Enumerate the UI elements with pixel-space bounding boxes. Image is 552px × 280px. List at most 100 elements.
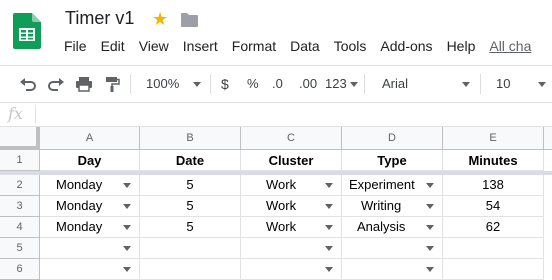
menu-view[interactable]: View	[139, 38, 169, 58]
frozen-row-divider[interactable]	[0, 171, 552, 175]
chevron-down-icon	[538, 82, 546, 87]
cell-b2[interactable]: 5	[140, 175, 241, 196]
row-header-4[interactable]: 4	[0, 217, 40, 238]
cell-a1[interactable]: Day	[40, 150, 140, 171]
font-value: Arial	[382, 76, 409, 91]
menu-data[interactable]: Data	[290, 38, 320, 58]
chevron-down-icon	[349, 82, 358, 88]
zoom-value: 100%	[146, 76, 180, 91]
decrease-decimal-button[interactable]: .0	[272, 66, 283, 102]
menu-file[interactable]: File	[64, 38, 87, 58]
cell-b5[interactable]	[140, 238, 241, 259]
row-header-2[interactable]: 2	[0, 175, 40, 196]
cell-a6[interactable]	[40, 259, 140, 280]
cell-e2[interactable]: 138	[443, 175, 544, 196]
dropdown-arrow-icon[interactable]	[426, 204, 434, 209]
font-select[interactable]: Arial	[382, 66, 472, 102]
column-header-e[interactable]: E	[443, 127, 544, 150]
cell-d1[interactable]: Type	[342, 150, 443, 171]
cell-value: Work	[266, 198, 297, 213]
dropdown-arrow-icon[interactable]	[123, 204, 131, 209]
menu-format[interactable]: Format	[232, 38, 276, 58]
cell-value: Analysis	[357, 219, 406, 234]
row-header-6[interactable]: 6	[0, 259, 40, 280]
print-icon[interactable]	[75, 76, 93, 92]
cell-e4[interactable]: 62	[443, 217, 544, 238]
font-size-select[interactable]: 10	[496, 66, 552, 102]
cell-a4[interactable]: Monday	[40, 217, 140, 238]
cell-a3[interactable]: Monday	[40, 196, 140, 217]
document-title[interactable]: Timer v1	[65, 8, 134, 29]
dropdown-arrow-icon[interactable]	[325, 267, 333, 272]
cell-c5[interactable]	[241, 238, 342, 259]
cell-value: Work	[266, 219, 297, 234]
cell-a2[interactable]: Monday	[40, 175, 140, 196]
cell-d6[interactable]	[342, 259, 443, 280]
menu-bar: File Edit View Insert Format Data Tools …	[64, 38, 545, 58]
dropdown-arrow-icon[interactable]	[123, 183, 131, 188]
cell-b1[interactable]: Date	[140, 150, 241, 171]
dropdown-arrow-icon[interactable]	[426, 246, 434, 251]
cell-d4[interactable]: Analysis	[342, 217, 443, 238]
cell-a5[interactable]	[40, 238, 140, 259]
menu-addons[interactable]: Add-ons	[380, 38, 432, 58]
cell-value: Monday	[56, 219, 103, 234]
cell-c3[interactable]: Work	[241, 196, 342, 217]
select-all-corner[interactable]	[0, 127, 40, 150]
more-formats-button[interactable]: 123	[325, 66, 358, 102]
cell-b4[interactable]: 5	[140, 217, 241, 238]
cell-c4[interactable]: Work	[241, 217, 342, 238]
cell-d5[interactable]	[342, 238, 443, 259]
dropdown-arrow-icon[interactable]	[325, 183, 333, 188]
dropdown-arrow-icon[interactable]	[325, 204, 333, 209]
dropdown-arrow-icon[interactable]	[325, 225, 333, 230]
row-header-5[interactable]: 5	[0, 238, 40, 259]
dropdown-arrow-icon[interactable]	[123, 267, 131, 272]
all-changes-link[interactable]: All cha	[489, 38, 531, 58]
cell-c2[interactable]: Work	[241, 175, 342, 196]
dropdown-arrow-icon[interactable]	[426, 183, 434, 188]
cell-c1[interactable]: Cluster	[241, 150, 342, 171]
decrease-decimal-label: .0	[272, 76, 283, 91]
cell-e1[interactable]: Minutes	[443, 150, 544, 171]
formula-input[interactable]	[44, 102, 544, 126]
toolbar: 100% $ % .0 .00 123 Arial 10	[0, 65, 552, 103]
cell-d2[interactable]: Experiment	[342, 175, 443, 196]
chevron-down-icon	[193, 82, 202, 88]
cell-e6[interactable]	[443, 259, 544, 280]
menu-insert[interactable]: Insert	[183, 38, 218, 58]
cell-d3[interactable]: Writing	[342, 196, 443, 217]
zoom-select[interactable]: 100%	[146, 66, 202, 102]
column-header-b[interactable]: B	[140, 127, 241, 150]
font-size-value: 10	[496, 76, 511, 91]
increase-decimal-label: .00	[299, 76, 318, 91]
currency-format-button[interactable]: $	[221, 66, 229, 102]
row-header-1[interactable]: 1	[0, 150, 40, 171]
increase-decimal-button[interactable]: .00	[299, 66, 317, 102]
column-header-c[interactable]: C	[241, 127, 342, 150]
folder-icon[interactable]	[180, 12, 199, 28]
star-icon[interactable]: ★	[152, 8, 168, 30]
cell-e5[interactable]	[443, 238, 544, 259]
dropdown-arrow-icon[interactable]	[325, 246, 333, 251]
undo-icon[interactable]	[19, 76, 37, 92]
paint-format-icon[interactable]	[104, 76, 120, 92]
percent-format-button[interactable]: %	[247, 66, 259, 102]
dropdown-arrow-icon[interactable]	[426, 267, 434, 272]
menu-tools[interactable]: Tools	[334, 38, 367, 58]
cell-e3[interactable]: 54	[443, 196, 544, 217]
menu-help[interactable]: Help	[447, 38, 476, 58]
menu-edit[interactable]: Edit	[101, 38, 125, 58]
redo-icon[interactable]	[47, 76, 65, 92]
cell-b6[interactable]	[140, 259, 241, 280]
fx-icon: fx	[8, 104, 23, 123]
column-header-a[interactable]: A	[40, 127, 140, 150]
dropdown-arrow-icon[interactable]	[426, 225, 434, 230]
column-header-d[interactable]: D	[342, 127, 443, 150]
row-header-3[interactable]: 3	[0, 196, 40, 217]
dropdown-arrow-icon[interactable]	[123, 246, 131, 251]
sheets-logo-icon[interactable]	[13, 13, 41, 49]
dropdown-arrow-icon[interactable]	[123, 225, 131, 230]
cell-c6[interactable]	[241, 259, 342, 280]
cell-b3[interactable]: 5	[140, 196, 241, 217]
